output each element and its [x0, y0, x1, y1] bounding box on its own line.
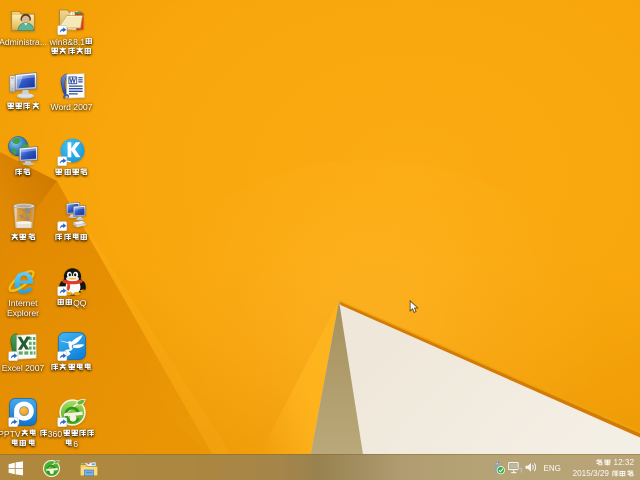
svg-text:ENG: ENG: [544, 464, 561, 473]
svg-text:e: e: [13, 266, 34, 296]
